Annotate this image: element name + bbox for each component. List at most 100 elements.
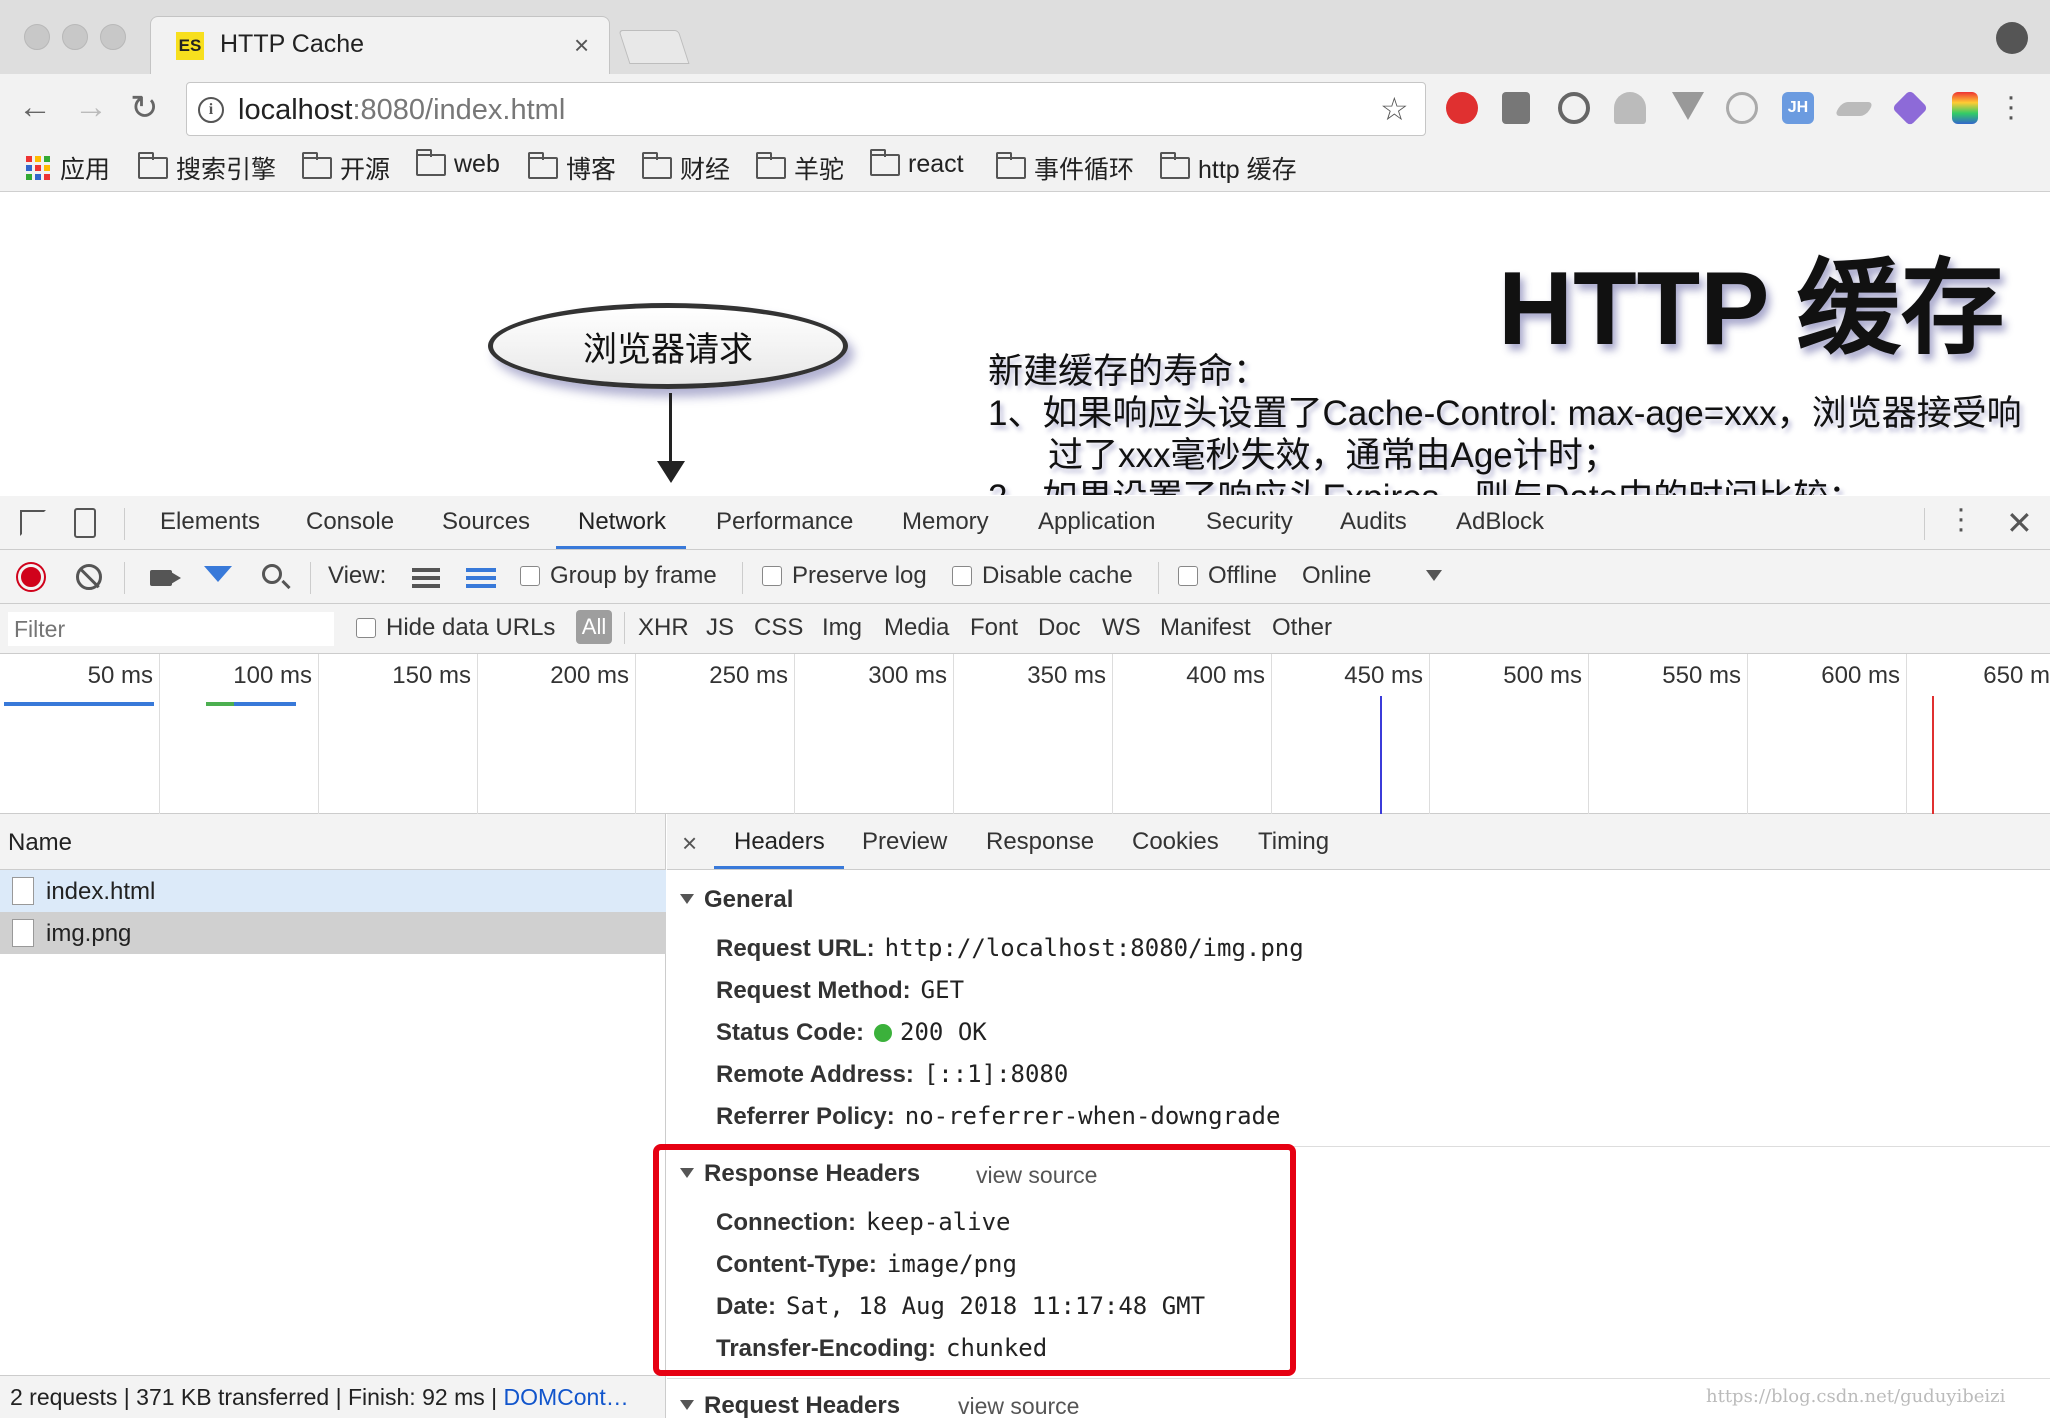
parachute-icon[interactable] — [1614, 92, 1646, 124]
profile-avatar-icon[interactable] — [1996, 22, 2028, 54]
new-tab-button[interactable] — [618, 30, 690, 64]
search-icon[interactable] — [262, 564, 282, 584]
tab-headers[interactable]: Headers — [734, 828, 825, 856]
tab-elements[interactable]: Elements — [160, 508, 260, 536]
react-icon[interactable] — [1726, 92, 1758, 124]
throttling-select[interactable]: Online — [1302, 562, 1371, 590]
request-name: img.png — [46, 920, 132, 947]
info-icon[interactable]: i — [198, 97, 224, 123]
bookmark-star-icon[interactable]: ☆ — [1380, 90, 1409, 128]
table-row[interactable]: img.png — [0, 912, 666, 954]
tab-network[interactable]: Network — [578, 508, 666, 536]
clear-icon[interactable] — [76, 564, 102, 590]
vue-icon[interactable] — [1672, 92, 1704, 120]
bookmark-folder[interactable]: 搜索引擎 — [138, 150, 276, 186]
filter-type-js[interactable]: JS — [706, 614, 734, 642]
ublock-icon[interactable] — [1446, 92, 1478, 124]
filter-type-media[interactable]: Media — [884, 614, 949, 642]
checkbox-label: Offline — [1208, 562, 1277, 589]
chevron-down-icon[interactable] — [1426, 570, 1442, 581]
domcontentloaded-link[interactable]: DOMCont… — [503, 1384, 628, 1410]
record-button[interactable] — [18, 564, 44, 590]
offline-checkbox[interactable]: Offline — [1178, 562, 1277, 590]
group-by-frame-checkbox[interactable]: Group by frame — [520, 562, 717, 590]
tab-response[interactable]: Response — [986, 828, 1094, 856]
url-text[interactable]: localhost:8080/index.html — [238, 94, 565, 127]
minimize-window-button[interactable] — [62, 24, 88, 50]
checkbox[interactable] — [762, 566, 782, 586]
section-general-toggle[interactable]: General — [680, 886, 793, 914]
hide-data-urls-checkbox[interactable]: Hide data URLs — [356, 614, 555, 642]
bookmark-folder[interactable]: 财经 — [642, 150, 730, 186]
jh-icon[interactable]: JH — [1782, 92, 1814, 124]
reload-icon[interactable]: ↻ — [130, 88, 159, 128]
table-row[interactable]: index.html — [0, 870, 666, 912]
bookmark-folder[interactable]: 开源 — [302, 150, 390, 186]
tab-close-icon[interactable]: × — [574, 30, 589, 61]
section-request-headers-toggle[interactable]: Request Headers — [680, 1392, 900, 1420]
tab-timing[interactable]: Timing — [1258, 828, 1329, 856]
devtools-close-icon[interactable]: ✕ — [2006, 504, 2033, 542]
disable-cache-checkbox[interactable]: Disable cache — [952, 562, 1133, 590]
filter-type-font[interactable]: Font — [970, 614, 1018, 642]
folder-icon — [756, 152, 786, 179]
sync-icon[interactable] — [1558, 92, 1590, 124]
bookmark-folder[interactable]: react — [870, 148, 964, 179]
ruler-icon[interactable] — [1952, 92, 1978, 124]
close-detail-icon[interactable]: × — [682, 828, 697, 859]
bookmark-apps[interactable]: 应用 — [26, 150, 110, 186]
zoom-window-button[interactable] — [100, 24, 126, 50]
tab-memory[interactable]: Memory — [902, 508, 989, 536]
tab-audits[interactable]: Audits — [1340, 508, 1407, 536]
tab-sources[interactable]: Sources — [442, 508, 530, 536]
screenshot-camera-icon[interactable] — [150, 570, 172, 586]
bookmark-folder[interactable]: web — [416, 148, 500, 179]
filter-type-ws[interactable]: WS — [1102, 614, 1141, 642]
bookmark-folder[interactable]: 博客 — [528, 150, 616, 186]
device-toggle-icon[interactable] — [74, 508, 96, 538]
filter-type-xhr[interactable]: XHR — [638, 614, 689, 642]
forward-arrow-icon[interactable]: → — [74, 88, 108, 127]
filter-type-img[interactable]: Img — [822, 614, 862, 642]
tab-performance[interactable]: Performance — [716, 508, 853, 536]
list-view-icon[interactable] — [412, 568, 440, 588]
filter-icon[interactable] — [204, 566, 232, 582]
waterfall-view-icon[interactable] — [466, 568, 496, 588]
filter-input[interactable] — [8, 612, 334, 646]
checkbox[interactable] — [520, 566, 540, 586]
view-source-link[interactable]: view source — [958, 1393, 1079, 1420]
browser-menu-icon[interactable]: · · · — [2006, 82, 2016, 132]
checkbox[interactable] — [1178, 566, 1198, 586]
preserve-log-checkbox[interactable]: Preserve log — [762, 562, 927, 590]
filter-type-other[interactable]: Other — [1272, 614, 1332, 642]
filter-type-manifest[interactable]: Manifest — [1160, 614, 1251, 642]
checkbox[interactable] — [952, 566, 972, 586]
header-row: Referrer Policy: no-referrer-when-downgra… — [716, 1102, 1280, 1131]
filter-type-css[interactable]: CSS — [754, 614, 803, 642]
checkbox[interactable] — [356, 618, 376, 638]
column-header-name[interactable]: Name — [8, 829, 72, 857]
filter-type-doc[interactable]: Doc — [1038, 614, 1081, 642]
tab-console[interactable]: Console — [306, 508, 394, 536]
back-arrow-icon[interactable]: ← — [18, 88, 52, 127]
bookmark-label: web — [454, 150, 500, 178]
bookmark-folder[interactable]: http 缓存 — [1160, 150, 1297, 186]
close-window-button[interactable] — [24, 24, 50, 50]
tab-application[interactable]: Application — [1038, 508, 1155, 536]
browser-tab[interactable] — [150, 16, 610, 74]
devtools-menu-icon[interactable]: · · · — [1956, 494, 1966, 544]
bookmark-folder[interactable]: 羊驼 — [756, 150, 844, 186]
timeline-tick-label: 350 ms — [1027, 662, 1106, 689]
timeline-bar-index — [4, 702, 154, 706]
header-key: Request Method: — [716, 977, 911, 1004]
tab-preview[interactable]: Preview — [862, 828, 947, 856]
filter-type-all[interactable]: All — [576, 610, 612, 644]
flow-node-browser-request: 浏览器请求 — [488, 303, 848, 389]
translate-icon[interactable] — [1502, 92, 1530, 124]
tab-security[interactable]: Security — [1206, 508, 1293, 536]
tab-cookies[interactable]: Cookies — [1132, 828, 1219, 856]
bookmark-label: 应用 — [60, 156, 111, 184]
tab-adblock[interactable]: AdBlock — [1456, 508, 1544, 536]
bookmark-folder[interactable]: 事件循环 — [996, 150, 1134, 186]
inspect-element-icon[interactable] — [20, 510, 46, 536]
